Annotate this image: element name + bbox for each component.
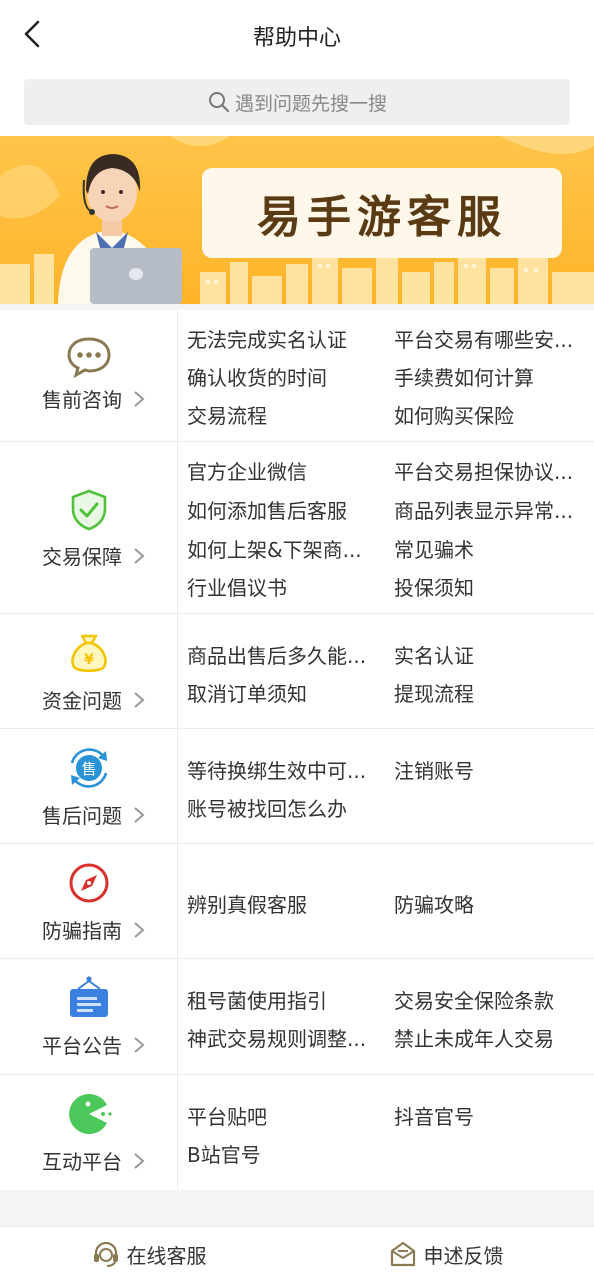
- faq-link[interactable]: 实名认证: [394, 640, 474, 669]
- money-bag-icon: ¥: [71, 634, 107, 673]
- category-announcements: 平台公告 租号菌使用指引 交易安全保险条款 神武交易规则调整... 禁止未成年人…: [0, 959, 594, 1075]
- faq-link[interactable]: 租号菌使用指引: [187, 985, 327, 1014]
- shield-check-icon: [71, 489, 107, 531]
- category-questions: 等待换绑生效中可... 注销账号 账号被找回怎么办: [178, 729, 594, 843]
- faq-link[interactable]: 抖音官号: [394, 1101, 474, 1130]
- faq-link[interactable]: 如何添加售后客服: [187, 495, 347, 524]
- help-categories: 售前咨询 无法完成实名认证 平台交易有哪些安... 确认收货的时间 手续费如何计…: [0, 310, 594, 1190]
- faq-link[interactable]: 投保须知: [394, 572, 474, 601]
- category-label: 防骗指南: [42, 919, 122, 943]
- chevron-right-icon: [134, 390, 145, 407]
- category-header-trade-guarantee[interactable]: 交易保障: [0, 442, 178, 613]
- faq-link[interactable]: 平台交易担保协议...: [394, 456, 573, 485]
- faq-link[interactable]: 常见骗术: [394, 534, 474, 563]
- faq-link[interactable]: 官方企业微信: [187, 456, 307, 485]
- notice-board-icon: [70, 976, 108, 1017]
- category-anti-fraud: 防骗指南 辨别真假客服 防骗攻略: [0, 844, 594, 959]
- faq-link[interactable]: 神武交易规则调整...: [187, 1023, 366, 1052]
- faq-link[interactable]: 注销账号: [394, 755, 474, 784]
- faq-link[interactable]: 交易安全保险条款: [394, 985, 554, 1014]
- faq-link[interactable]: 确认收货的时间: [187, 362, 327, 391]
- bottom-action-bar: 在线客服 申述反馈: [0, 1226, 594, 1280]
- faq-link[interactable]: 平台交易有哪些安...: [394, 324, 573, 353]
- faq-link[interactable]: 提现流程: [394, 678, 474, 707]
- chevron-right-icon: [134, 1036, 145, 1053]
- faq-link[interactable]: 手续费如何计算: [394, 362, 534, 391]
- search-icon: [208, 92, 230, 113]
- faq-link[interactable]: 辨别真假客服: [187, 889, 307, 918]
- banner-title-card: 易手游客服: [202, 168, 562, 258]
- search-input[interactable]: 遇到问题先搜一搜: [24, 79, 570, 125]
- faq-link[interactable]: 商品列表显示异常...: [394, 495, 573, 524]
- category-label: 售前咨询: [42, 388, 122, 412]
- pacman-icon: [69, 1094, 112, 1134]
- svg-text:¥: ¥: [84, 652, 94, 668]
- faq-link[interactable]: B站官号: [187, 1139, 261, 1168]
- category-questions: 租号菌使用指引 交易安全保险条款 神武交易规则调整... 禁止未成年人交易: [178, 959, 594, 1074]
- faq-link[interactable]: 平台贴吧: [187, 1101, 267, 1130]
- customer-service-banner[interactable]: 易手游客服: [0, 136, 594, 304]
- category-header-funds[interactable]: ¥ 资金问题: [0, 614, 178, 728]
- faq-link[interactable]: 交易流程: [187, 400, 267, 429]
- category-label: 售后问题: [42, 804, 122, 828]
- category-pre-sale: 售前咨询 无法完成实名认证 平台交易有哪些安... 确认收货的时间 手续费如何计…: [0, 310, 594, 442]
- svg-text:售: 售: [81, 760, 96, 778]
- category-header-announcements[interactable]: 平台公告: [0, 959, 178, 1074]
- category-header-anti-fraud[interactable]: 防骗指南: [0, 844, 178, 958]
- category-header-after-sale[interactable]: 售 售后问题: [0, 729, 178, 843]
- chevron-right-icon: [134, 547, 145, 564]
- search-placeholder: 遇到问题先搜一搜: [234, 92, 387, 115]
- category-header-pre-sale[interactable]: 售前咨询: [0, 310, 178, 441]
- faq-link[interactable]: 如何上架&下架商...: [187, 534, 362, 563]
- faq-link[interactable]: 取消订单须知: [187, 678, 307, 707]
- after-sale-icon: 售: [70, 748, 108, 788]
- faq-link[interactable]: 禁止未成年人交易: [394, 1023, 554, 1052]
- search-section: 遇到问题先搜一搜: [0, 70, 594, 136]
- category-questions: 辨别真假客服 防骗攻略: [178, 844, 594, 958]
- envelope-icon: [390, 1241, 415, 1267]
- headset-icon: [93, 1241, 118, 1267]
- online-service-button[interactable]: 在线客服: [0, 1227, 297, 1280]
- category-questions: 无法完成实名认证 平台交易有哪些安... 确认收货的时间 手续费如何计算 交易流…: [178, 310, 594, 441]
- faq-link[interactable]: 防骗攻略: [394, 889, 474, 918]
- page-title: 帮助中心: [252, 26, 341, 51]
- faq-link[interactable]: 如何购买保险: [394, 400, 514, 429]
- feedback-label: 申述反馈: [423, 1243, 504, 1268]
- chevron-right-icon: [134, 691, 145, 708]
- category-header-interactive[interactable]: 互动平台: [0, 1075, 178, 1190]
- chevron-right-icon: [134, 806, 145, 823]
- category-questions: 商品出售后多久能... 实名认证 取消订单须知 提现流程: [178, 614, 594, 728]
- chevron-right-icon: [134, 921, 145, 938]
- faq-link[interactable]: 行业倡议书: [187, 572, 287, 601]
- faq-link[interactable]: 等待换绑生效中可...: [187, 755, 366, 784]
- category-label: 平台公告: [42, 1034, 122, 1058]
- category-after-sale: 售 售后问题 等待换绑生效中可... 注销账号 账号被找回怎么办: [0, 729, 594, 844]
- faq-link[interactable]: 无法完成实名认证: [187, 324, 347, 353]
- faq-link[interactable]: 商品出售后多久能...: [187, 640, 366, 669]
- category-interactive: 互动平台 平台贴吧 抖音官号 B站官号: [0, 1075, 594, 1190]
- category-label: 资金问题: [42, 689, 122, 713]
- category-funds: ¥ 资金问题 商品出售后多久能... 实名认证 取消订单须知 提现流程: [0, 614, 594, 729]
- category-label: 交易保障: [42, 545, 122, 569]
- category-label: 互动平台: [42, 1150, 122, 1174]
- chevron-right-icon: [134, 1152, 145, 1169]
- category-questions: 官方企业微信 平台交易担保协议... 如何添加售后客服 商品列表显示异常... …: [178, 442, 594, 613]
- online-service-label: 在线客服: [126, 1243, 207, 1268]
- category-trade-guarantee: 交易保障 官方企业微信 平台交易担保协议... 如何添加售后客服 商品列表显示异…: [0, 442, 594, 614]
- category-questions: 平台贴吧 抖音官号 B站官号: [178, 1075, 594, 1190]
- banner-title: 易手游客服: [257, 192, 507, 243]
- feedback-button[interactable]: 申述反馈: [297, 1227, 594, 1280]
- faq-link[interactable]: 账号被找回怎么办: [187, 793, 347, 822]
- header-bar: 帮助中心: [0, 0, 594, 70]
- compass-icon: [69, 863, 109, 903]
- chat-bubble-icon: [67, 337, 111, 379]
